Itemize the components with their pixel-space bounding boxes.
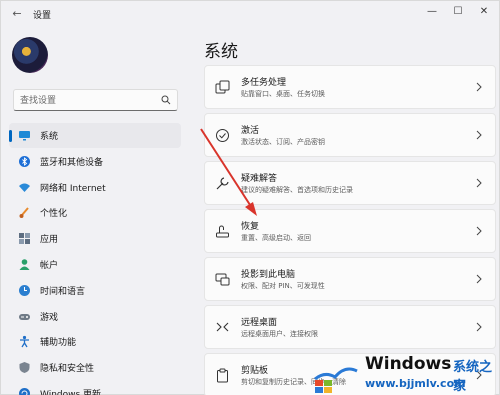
person-icon [19, 259, 30, 270]
apps-icon [19, 233, 30, 245]
card-subtitle: 远程桌面用户、连接权限 [241, 330, 318, 338]
sidebar-item-label: 帐户 [40, 260, 59, 271]
card-subtitle: 贴靠窗口、桌面、任务切换 [241, 90, 325, 98]
card-recovery[interactable]: 恢复 重置、高级启动、返回 [204, 209, 496, 253]
sidebar-item-label: 应用 [40, 235, 59, 246]
card-subtitle: 建议的疑难解答、首选项和历史记录 [241, 186, 353, 194]
sidebar-item-personalization[interactable]: 个性化 [9, 200, 181, 225]
project-icon [215, 273, 230, 286]
sidebar-item-privacy[interactable]: 隐私和安全性 [9, 355, 181, 380]
sidebar-item-bluetooth[interactable]: 蓝牙和其他设备 [9, 149, 181, 174]
multitask-icon [215, 80, 230, 94]
clipboard-icon [217, 368, 228, 383]
app-title: 设置 [33, 11, 52, 21]
card-multitasking[interactable]: 多任务处理 贴靠窗口、桌面、任务切换 [204, 65, 496, 109]
shield-icon [19, 362, 30, 374]
sidebar-item-label: 游戏 [40, 312, 59, 323]
chevron-right-icon [476, 178, 482, 188]
recovery-icon [216, 225, 229, 238]
sidebar-item-windows-update[interactable]: Windows 更新 [9, 381, 181, 395]
settings-list: 多任务处理 贴靠窗口、桌面、任务切换 激活 激活状态、订阅、产品密钥 疑难解答 … [204, 65, 496, 395]
chevron-right-icon [476, 82, 482, 92]
back-arrow-icon[interactable]: ← [9, 6, 25, 22]
sidebar-item-label: 蓝牙和其他设备 [40, 157, 104, 168]
card-subtitle: 权限、配对 PIN、可发现性 [241, 282, 325, 290]
gamepad-icon [19, 313, 30, 320]
card-title: 剪贴板 [241, 366, 269, 376]
card-troubleshoot[interactable]: 疑难解答 建议的疑难解答、首选项和历史记录 [204, 161, 496, 205]
card-subtitle: 重置、高级启动、返回 [241, 234, 311, 242]
card-remote-desktop[interactable]: 远程桌面 远程桌面用户、连接权限 [204, 305, 496, 349]
chevron-right-icon [476, 130, 482, 140]
page-title: 系统 [204, 42, 238, 62]
sidebar-item-accounts[interactable]: 帐户 [9, 252, 181, 277]
remote-icon [216, 322, 229, 332]
wifi-icon [19, 183, 30, 192]
card-title: 多任务处理 [241, 78, 287, 88]
avatar[interactable] [12, 37, 48, 73]
close-button[interactable]: ✕ [473, 3, 495, 21]
sidebar-item-gaming[interactable]: 游戏 [9, 304, 181, 329]
chevron-right-icon [476, 322, 482, 332]
sidebar-item-accessibility[interactable]: 辅助功能 [9, 329, 181, 354]
watermark-url: www.bjjmlv.com [365, 377, 466, 390]
title-bar: ← 设置 — ☐ ✕ [1, 1, 500, 27]
monitor-icon [19, 131, 30, 141]
search-box[interactable] [13, 89, 178, 111]
sidebar-item-label: 系统 [40, 132, 59, 142]
sidebar: 系统 蓝牙和其他设备 网络和 Internet 个性化 应用 帐户 时间和语言 [9, 123, 181, 395]
sidebar-item-label: 隐私和安全性 [40, 364, 95, 375]
card-project-to-pc[interactable]: 投影到此电脑 权限、配对 PIN、可发现性 [204, 257, 496, 301]
search-input[interactable] [20, 93, 160, 108]
activation-check-icon [216, 129, 229, 142]
windows-logo-icon [314, 367, 358, 393]
card-title: 远程桌面 [241, 318, 278, 328]
sidebar-item-system[interactable]: 系统 [9, 123, 181, 148]
sidebar-item-label: 个性化 [40, 209, 68, 220]
card-title: 恢复 [241, 222, 260, 232]
sidebar-item-label: 网络和 Internet [40, 183, 106, 194]
card-title: 激活 [241, 126, 260, 136]
sidebar-item-apps[interactable]: 应用 [9, 226, 181, 251]
accessibility-icon [20, 336, 29, 348]
wrench-icon [216, 177, 229, 190]
chevron-right-icon [476, 226, 482, 236]
watermark-brand: Windows [365, 354, 452, 374]
card-title: 投影到此电脑 [241, 270, 296, 280]
sidebar-item-label: 辅助功能 [40, 338, 77, 349]
sidebar-item-label: 时间和语言 [40, 286, 86, 297]
search-icon[interactable] [161, 95, 171, 105]
card-title: 疑难解答 [241, 174, 278, 184]
sidebar-item-time-language[interactable]: 时间和语言 [9, 278, 181, 303]
card-activation[interactable]: 激活 激活状态、订阅、产品密钥 [204, 113, 496, 157]
update-icon [19, 387, 30, 395]
maximize-button[interactable]: ☐ [447, 3, 469, 21]
sidebar-item-label: Windows 更新 [40, 389, 102, 395]
sidebar-item-network[interactable]: 网络和 Internet [9, 175, 181, 200]
settings-window: ← 设置 — ☐ ✕ 系统 蓝牙和其他设备 网络和 Internet 个性化 [0, 0, 500, 395]
brush-icon [19, 207, 29, 219]
card-subtitle: 激活状态、订阅、产品密钥 [241, 138, 325, 146]
minimize-button[interactable]: — [421, 3, 443, 21]
globe-clock-icon [19, 284, 30, 296]
bluetooth-icon [19, 155, 30, 167]
chevron-right-icon [476, 274, 482, 284]
